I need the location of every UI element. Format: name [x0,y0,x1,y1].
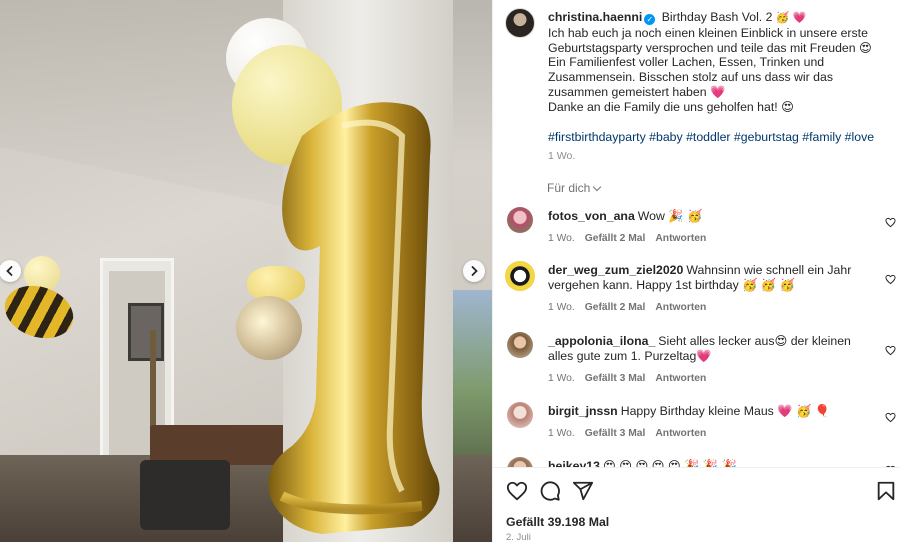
post-time: 1 Wo. [548,150,576,162]
chevron-down-icon [593,182,602,192]
commenter-avatar[interactable] [507,207,533,233]
comment-time: 1 Wo. [548,233,575,244]
reply-button[interactable]: Antworten [655,428,706,439]
photo-chair [140,460,230,530]
author-username[interactable]: christina.haenni [548,10,642,24]
comment-body: Wow 🎉 🥳 [637,209,703,223]
post-title-emoji: 🥳 💗 [775,12,807,24]
like-comment-heart-icon[interactable] [885,345,896,356]
commenter-avatar[interactable] [507,457,533,467]
comment-text: _appolonia_ilona_ Sieht alles lecker aus😍… [548,334,868,364]
comment-username[interactable]: fotos_von_ana [548,209,635,223]
heart-icon[interactable] [506,480,528,502]
comment-text: der_weg_zum_ziel2020 Wahnsinn wie schnell… [548,263,868,293]
comment-text: fotos_von_ana Wow 🎉 🥳 [548,209,868,224]
comment-meta: 1 Wo. Gefällt 3 Mal Antworten [548,428,716,439]
see-translation-button[interactable]: Für dich [547,181,602,195]
comment-meta: 1 Wo. Gefällt 3 Mal Antworten [548,373,716,384]
chevron-right-icon [471,266,478,276]
hashtags[interactable]: #firstbirthdayparty #baby #toddler #gebu… [548,130,888,144]
comment-time: 1 Wo. [548,302,575,313]
post-date: 2. Juli [506,532,531,542]
post-actions-bar: Gefällt 39.198 Mal 2. Juli [493,467,900,542]
like-comment-heart-icon[interactable] [885,274,896,285]
like-comment-heart-icon[interactable] [885,217,896,228]
comment-text: birgit_jnssn Happy Birthday kleine Maus 💗… [548,404,868,419]
post-photo[interactable] [0,0,492,542]
send-icon[interactable] [572,480,594,502]
number-one-foil-balloon [268,102,440,534]
verified-badge-icon: ✓ [644,14,656,25]
comment-icon[interactable] [539,480,561,502]
reply-button[interactable]: Antworten [655,302,706,313]
caption-paragraph-2: Danke an die Family die uns geholfen hat… [548,99,794,114]
comment-username[interactable]: birgit_jnssn [548,404,618,418]
previous-photo-button[interactable] [0,260,21,282]
next-photo-button[interactable] [463,260,485,282]
comment-body: 😍 😍 😍 😍 😍 🎉 🎉 🎉 [602,459,737,467]
post-title: Birthday Bash Vol. 2 [661,10,773,24]
reply-button[interactable]: Antworten [655,373,706,384]
comment-username[interactable]: _appolonia_ilona_ [548,334,655,348]
comment-time: 1 Wo. [548,373,575,384]
comment-likes[interactable]: Gefällt 3 Mal [585,373,646,384]
caption-block: christina.haenni ✓ Birthday Bash Vol. 2 🥳… [493,0,900,205]
comment-likes[interactable]: Gefällt 3 Mal [585,428,646,439]
like-comment-heart-icon[interactable] [885,412,896,423]
author-avatar[interactable] [505,8,535,38]
post-details-panel: christina.haenni ✓ Birthday Bash Vol. 2 🥳… [492,0,900,542]
chevron-left-icon [6,266,13,276]
comments-list[interactable]: fotos_von_ana Wow 🎉 🥳 1 Wo. Gefällt 2 Mal A… [493,205,900,467]
commenter-avatar[interactable] [507,402,533,428]
photo-floor-lamp [150,330,156,440]
comment-time: 1 Wo. [548,428,575,439]
caption: christina.haenni ✓ Birthday Bash Vol. 2 🥳… [548,10,888,115]
comment-meta: 1 Wo. Gefällt 2 Mal Antworten [548,233,716,244]
comment-meta: 1 Wo. Gefällt 2 Mal Antworten [548,302,716,313]
comment-body: Happy Birthday kleine Maus 💗 🥳 🎈 [620,404,830,418]
photo-wall-frame [128,303,164,361]
likes-count[interactable]: Gefällt 39.198 Mal [506,515,609,529]
reply-button[interactable]: Antworten [655,233,706,244]
comment-text: heikey13 😍 😍 😍 😍 😍 🎉 🎉 🎉 [548,459,868,467]
comment-likes[interactable]: Gefällt 2 Mal [585,233,646,244]
comment-likes[interactable]: Gefällt 2 Mal [585,302,646,313]
commenter-avatar[interactable] [505,261,535,291]
comment-username[interactable]: der_weg_zum_ziel2020 [548,263,683,277]
caption-paragraph-1: Ich hab euch ja noch einen kleinen Einbl… [548,25,872,99]
see-translation-label: Für dich [547,181,591,195]
comment-username[interactable]: heikey13 [548,459,600,467]
bookmark-icon[interactable] [875,480,897,502]
commenter-avatar[interactable] [507,332,533,358]
